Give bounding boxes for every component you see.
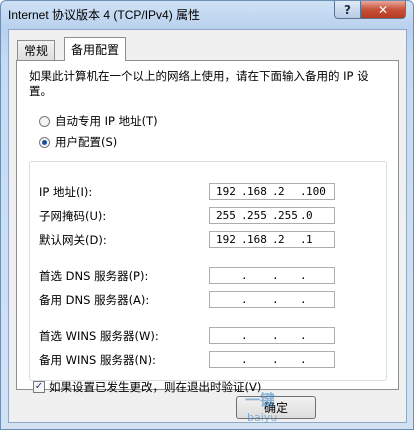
ip-octet[interactable]: 255 (278, 208, 298, 223)
gateway-ip-input[interactable]: 192. 168. 2. 1 (209, 231, 335, 248)
ip-octet[interactable]: 192 (216, 184, 236, 199)
ip-octet[interactable]: 168 (247, 232, 267, 247)
radio-checked-icon (39, 136, 50, 148)
close-button[interactable]: ✕ (360, 1, 406, 19)
dialog-window: Internet 协议版本 4 (TCP/IPv4) 属性 ? ✕ 常规 备用配… (0, 0, 414, 430)
auto-private-ip-radio[interactable]: 自动专用 IP 地址(T) (39, 113, 158, 129)
ip-octet[interactable]: 2 (278, 232, 285, 247)
ip-octet[interactable]: 100 (306, 184, 326, 199)
title-bar[interactable]: Internet 协议版本 4 (TCP/IPv4) 属性 ? ✕ (1, 1, 414, 27)
ip-dot-separator: . (241, 269, 248, 282)
subnet-label: 子网掩码(U): (39, 209, 107, 223)
checkmark-icon: ✓ (33, 381, 45, 393)
ip-dot-separator: . (300, 329, 307, 342)
ip-dot-separator: . (300, 293, 307, 306)
ip-octet[interactable]: 255 (247, 208, 267, 223)
ip-dot-separator: . (300, 269, 307, 282)
ip-octet[interactable]: 0 (306, 208, 313, 223)
dialog-client: 常规 备用配置 如果此计算机在一个以上的网络上使用，请在下面输入备用的 IP 设… (8, 29, 407, 423)
gateway-label: 默认网关(D): (39, 233, 107, 247)
ip-dot-separator: . (241, 353, 248, 366)
help-icon: ? (344, 2, 351, 17)
tab-alternate-config[interactable]: 备用配置 (64, 37, 127, 61)
tab-panel: 如果此计算机在一个以上的网络上使用，请在下面输入备用的 IP 设置。 自动专用 … (16, 60, 399, 394)
ip-ip-input[interactable]: 192. 168. 2. 100 (209, 183, 335, 200)
ip-dot-separator: . (272, 269, 279, 282)
dns-primary-label: 首选 DNS 服务器(P): (39, 269, 149, 283)
validate-on-exit-label: 如果设置已发生更改，则在退出时验证(V) (49, 380, 262, 394)
auto-private-ip-label: 自动专用 IP 地址(T) (55, 114, 158, 128)
ip-dot-separator: . (241, 293, 248, 306)
wins-alt-label: 备用 WINS 服务器(N): (39, 353, 156, 367)
user-config-radio[interactable]: 用户配置(S) (39, 134, 117, 150)
ip-octet[interactable]: 2 (278, 184, 285, 199)
validate-on-exit-checkbox[interactable]: ✓ 如果设置已发生更改，则在退出时验证(V) (33, 379, 261, 395)
help-button[interactable]: ? (334, 1, 361, 19)
dns-primary-ip-input[interactable]: ... (209, 267, 335, 284)
ip-octet[interactable]: 192 (216, 232, 236, 247)
dns-alt-label: 备用 DNS 服务器(A): (39, 293, 150, 307)
ip-dot-separator: . (241, 329, 248, 342)
wins-primary-label: 首选 WINS 服务器(W): (39, 329, 159, 343)
ip-octet[interactable]: 255 (216, 208, 236, 223)
dns-alt-ip-input[interactable]: ... (209, 291, 335, 308)
tab-general[interactable]: 常规 (17, 40, 56, 60)
window-title: Internet 协议版本 4 (TCP/IPv4) 属性 (8, 8, 201, 22)
subnet-ip-input[interactable]: 255. 255. 255. 0 (209, 207, 335, 224)
ok-button-label: 确定 (263, 401, 288, 415)
ok-button[interactable]: 确定 (236, 396, 316, 419)
ip-dot-separator: . (272, 353, 279, 366)
wins-alt-ip-input[interactable]: ... (209, 351, 335, 368)
ip-octet[interactable]: 1 (306, 232, 313, 247)
wins-primary-ip-input[interactable]: ... (209, 327, 335, 344)
ip-dot-separator: . (272, 329, 279, 342)
intro-text: 如果此计算机在一个以上的网络上使用，请在下面输入备用的 IP 设置。 (29, 69, 369, 98)
close-icon: ✕ (377, 2, 389, 17)
ip-label: IP 地址(I): (39, 185, 93, 199)
ip-dot-separator: . (272, 293, 279, 306)
user-config-label: 用户配置(S) (55, 135, 118, 149)
ip-dot-separator: . (300, 353, 307, 366)
ip-octet[interactable]: 168 (247, 184, 267, 199)
radio-unchecked-icon (39, 115, 50, 127)
